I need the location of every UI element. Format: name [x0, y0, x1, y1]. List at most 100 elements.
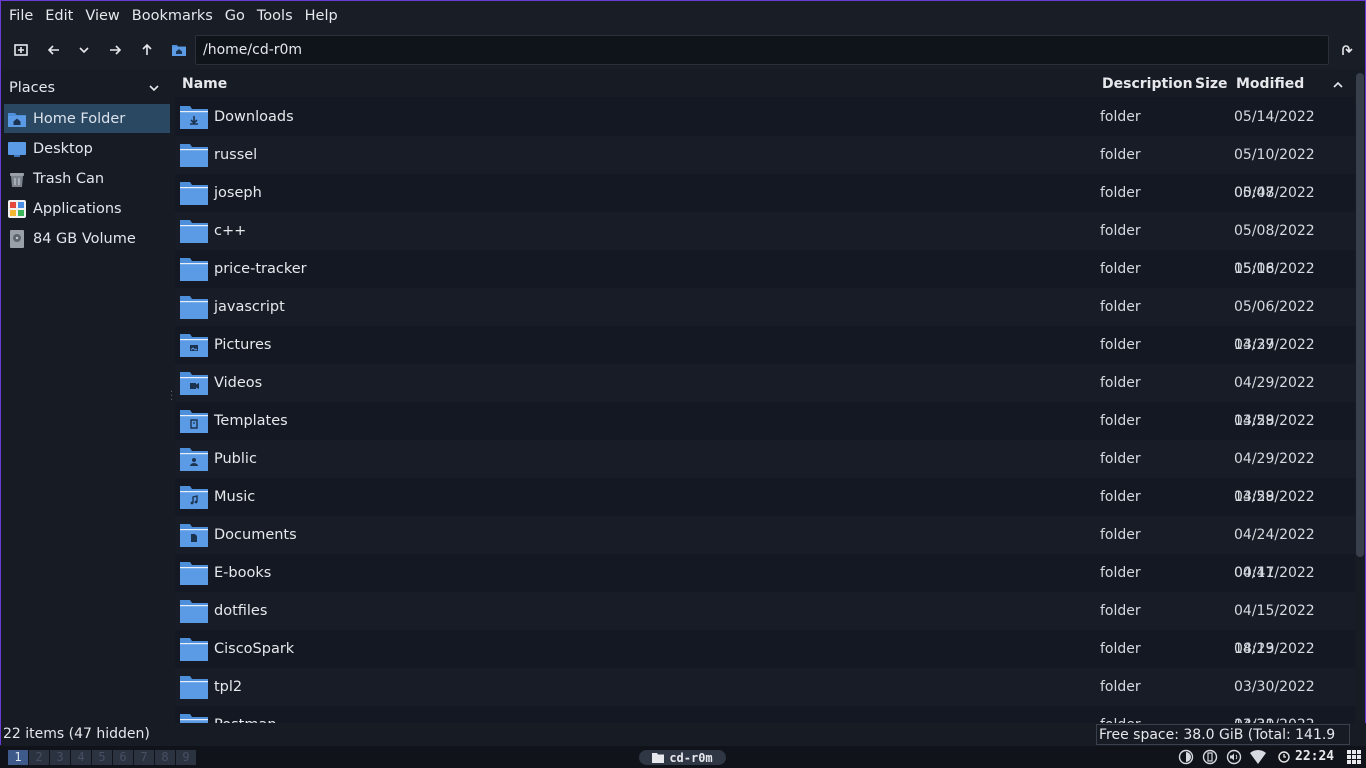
file-description: folder — [1100, 185, 1141, 201]
file-manager-window: File Edit View Bookmarks Go Tools Help /… — [0, 0, 1366, 763]
menu-view[interactable]: View — [79, 1, 125, 31]
menu-bookmarks[interactable]: Bookmarks — [126, 1, 219, 31]
sidebar-item-label: Home Folder — [33, 110, 126, 127]
wifi-icon[interactable] — [1250, 749, 1266, 765]
menubar: File Edit View Bookmarks Go Tools Help — [1, 1, 1365, 31]
sort-ascending-icon[interactable] — [1331, 78, 1345, 90]
clock-icon — [1278, 751, 1290, 763]
task-item-file-manager[interactable]: cd-r0m — [639, 750, 726, 765]
file-row[interactable]: russel folder 05/10/2022 00:47 — [175, 136, 1355, 201]
workspace-1[interactable]: 1 — [8, 750, 28, 765]
file-description: folder — [1100, 147, 1141, 163]
history-button[interactable] — [71, 37, 97, 63]
menu-tools[interactable]: Tools — [251, 1, 299, 31]
file-row[interactable]: Pictures folder 04/29/2022 18:27 — [175, 326, 1355, 391]
file-row[interactable]: Postman folder 03/30/2022 13:48 — [175, 706, 1355, 723]
folder-icon — [180, 144, 208, 167]
file-name: Videos — [214, 375, 263, 391]
folder-icon — [180, 258, 208, 281]
column-header-description[interactable]: Description — [1102, 71, 1193, 97]
menu-file[interactable]: File — [3, 1, 39, 31]
column-header-name[interactable]: Name — [182, 71, 227, 97]
workspace-9[interactable]: 9 — [176, 750, 196, 765]
sidebar-item-84gb-volume[interactable]: 84 GB Volume — [4, 224, 170, 253]
arrow-up-icon — [142, 43, 152, 55]
applications-icon — [7, 199, 27, 219]
file-description: folder — [1100, 489, 1141, 505]
file-row[interactable]: Templates folder 04/29/2022 13:58 — [175, 402, 1355, 467]
pane-splitter[interactable]: · · · — [170, 388, 174, 406]
file-row[interactable]: Documents folder 04/24/2022 00:41 — [175, 516, 1355, 581]
arrow-right-icon — [110, 45, 122, 55]
file-row[interactable]: CiscoSpark folder 04/13/2022 17:27 — [175, 630, 1355, 695]
workspace-6[interactable]: 6 — [113, 750, 133, 765]
up-button[interactable] — [134, 37, 160, 63]
workspace-8[interactable]: 8 — [155, 750, 175, 765]
menu-go[interactable]: Go — [219, 1, 251, 31]
go-icon — [1342, 45, 1353, 55]
sidebar-item-applications[interactable]: Applications — [4, 194, 170, 223]
home-folder-icon — [7, 109, 27, 129]
brightness-icon[interactable] — [1178, 749, 1194, 765]
forward-button[interactable] — [102, 37, 128, 63]
back-button[interactable] — [41, 37, 67, 63]
sidebar-item-label: Desktop — [33, 140, 93, 157]
path-input[interactable] — [196, 36, 1328, 64]
vertical-scrollbar[interactable] — [1356, 73, 1364, 557]
battery-icon[interactable] — [1202, 749, 1218, 765]
folder-icon — [180, 296, 208, 319]
sidebar-item-trash-can[interactable]: Trash Can — [4, 164, 170, 193]
file-row[interactable]: Downloads folder 05/14/2022 19:49 — [175, 98, 1355, 163]
file-row[interactable]: dotfiles folder 04/15/2022 18:29 — [175, 592, 1355, 657]
column-header-size[interactable]: Size — [1195, 71, 1228, 97]
file-description: folder — [1100, 565, 1141, 581]
toolbar — [1, 31, 1365, 69]
file-row[interactable]: price-tracker folder 05/08/2022 13:26 — [175, 250, 1355, 315]
new-window-button[interactable] — [8, 37, 34, 63]
clock[interactable]: 22:24 — [1278, 746, 1334, 768]
column-header-modified[interactable]: Modified — [1236, 71, 1304, 97]
file-row[interactable]: javascript folder 05/06/2022 13:37 — [175, 288, 1355, 353]
file-row[interactable]: joseph folder 05/08/2022 15:42 — [175, 174, 1355, 239]
file-row[interactable]: Public folder 04/29/2022 13:58 — [175, 440, 1355, 505]
file-row[interactable]: tpl2 folder 03/30/2022 14:21 — [175, 668, 1355, 723]
go-button[interactable] — [1333, 37, 1359, 63]
file-modified: 03/30/2022 13:48 — [1234, 706, 1355, 723]
chevron-down-icon — [149, 85, 159, 92]
sidebar-item-desktop[interactable]: Desktop — [4, 134, 170, 163]
file-row[interactable]: Music folder 04/29/2022 13:58 — [175, 478, 1355, 543]
file-name: Pictures — [214, 337, 272, 353]
volume-icon[interactable] — [1226, 749, 1242, 765]
workspace-3[interactable]: 3 — [50, 750, 70, 765]
file-row[interactable]: c++ folder 05/08/2022 15:16 — [175, 212, 1355, 277]
app-grid-icon[interactable] — [1346, 749, 1362, 765]
location-bar[interactable] — [195, 35, 1329, 65]
file-description: folder — [1100, 337, 1141, 353]
file-modified: 05/08/2022 15:16 — [1234, 223, 1315, 277]
menu-edit[interactable]: Edit — [39, 1, 79, 31]
workspace-4[interactable]: 4 — [71, 750, 91, 765]
file-modified: 04/29/2022 13:58 — [1234, 413, 1315, 467]
item-count: 22 items (47 hidden) — [3, 726, 150, 742]
file-description: folder — [1100, 706, 1141, 723]
file-modified: 04/29/2022 13:58 — [1234, 451, 1315, 505]
workspace-5[interactable]: 5 — [92, 750, 112, 765]
sidebar-item-home-folder[interactable]: Home Folder — [4, 104, 170, 133]
clock-time: 22:24 — [1295, 749, 1335, 764]
menu-help[interactable]: Help — [299, 1, 344, 31]
video-folder-icon — [180, 372, 208, 395]
drive-icon — [7, 229, 27, 249]
places-header[interactable]: Places — [1, 73, 171, 103]
sidebar-item-label: Trash Can — [33, 170, 105, 187]
trash-icon — [7, 169, 27, 189]
file-row[interactable]: E-books folder 04/17/2022 11:50 — [175, 554, 1355, 619]
file-modified: 05/14/2022 19:49 — [1234, 109, 1315, 163]
workspace-2[interactable]: 2 — [29, 750, 49, 765]
folder-icon — [180, 220, 208, 243]
workspace-7[interactable]: 7 — [134, 750, 154, 765]
file-row[interactable]: Videos folder 04/29/2022 13:58 — [175, 364, 1355, 429]
file-description: folder — [1100, 413, 1141, 429]
home-button[interactable] — [166, 37, 192, 63]
file-description: folder — [1100, 299, 1141, 315]
free-space: Free space: 38.0 GiB (Total: 141.9 GiB) — [1096, 724, 1350, 763]
